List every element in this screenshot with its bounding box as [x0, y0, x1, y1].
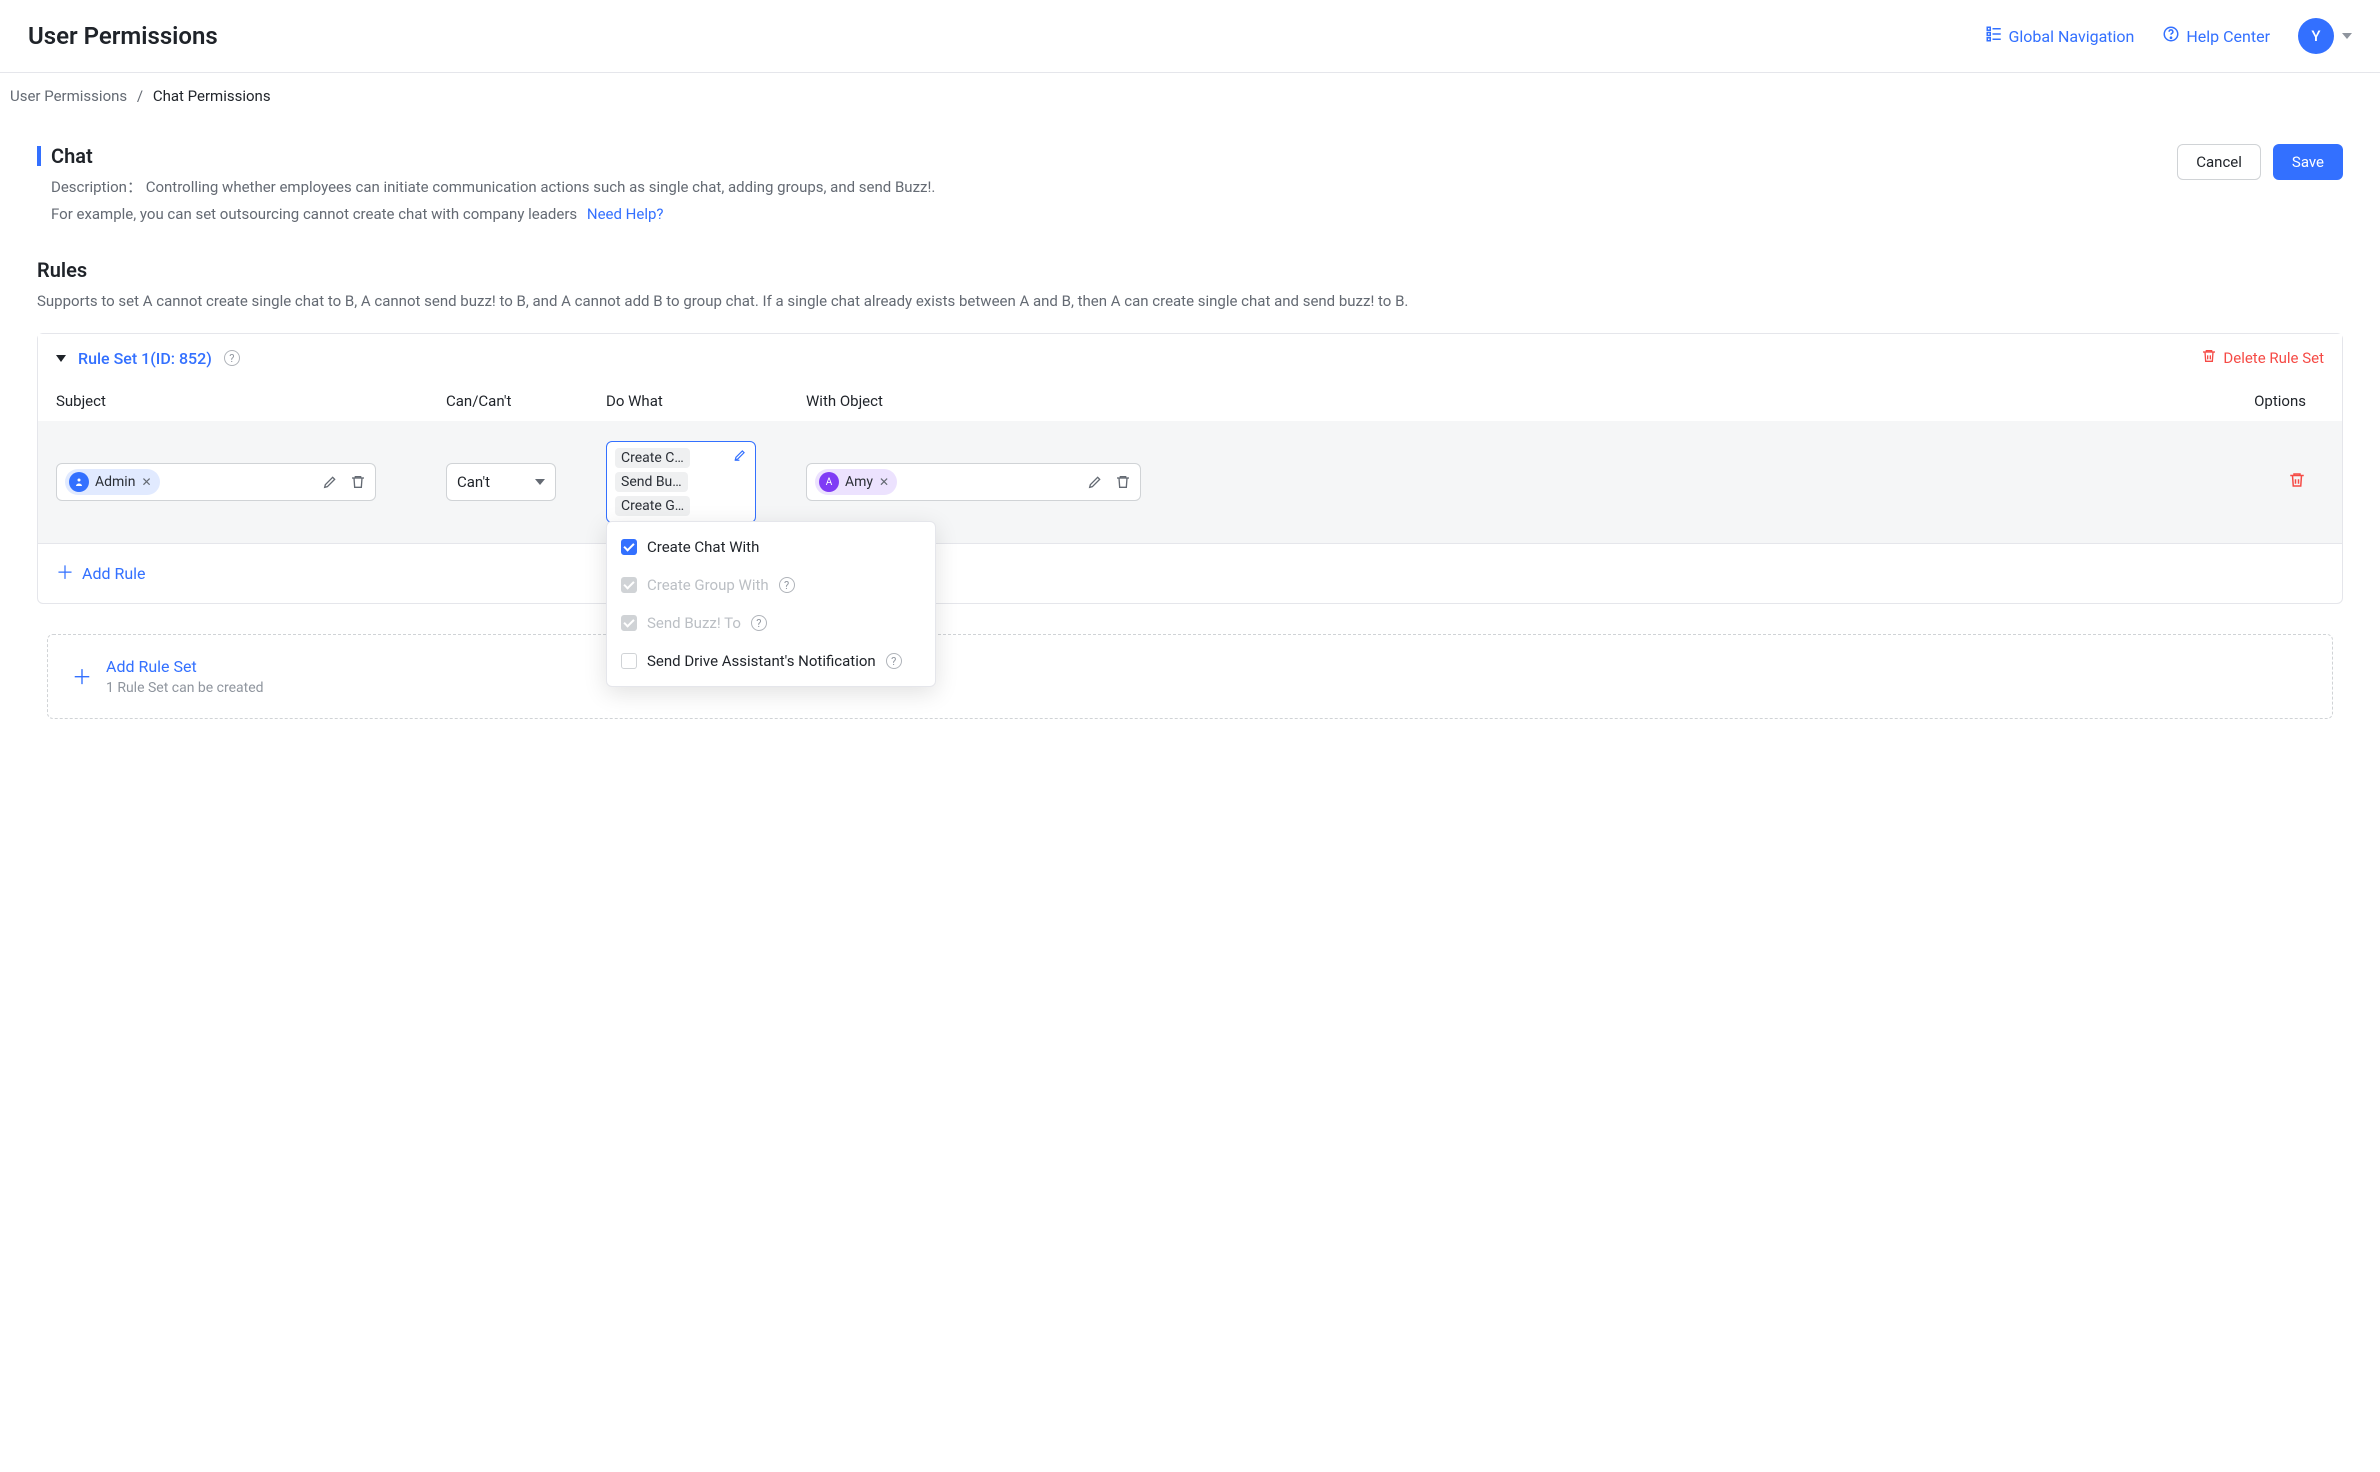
topbar: User Permissions Global Navigation Help …: [0, 0, 2380, 73]
dropdown-option-label: Create Chat With: [647, 538, 759, 556]
help-icon: [2162, 25, 2180, 47]
checkbox-disabled-icon: [621, 577, 637, 593]
subject-input[interactable]: Admin ✕: [56, 463, 376, 501]
breadcrumb-root[interactable]: User Permissions: [10, 87, 127, 105]
section-accent-bar: [37, 146, 41, 166]
checkbox-checked-icon: [621, 539, 637, 555]
col-with-label: With Object: [806, 392, 1206, 410]
breadcrumb-separator: /: [137, 87, 143, 105]
page-title: User Permissions: [28, 22, 218, 50]
rules-title: Rules: [37, 258, 2343, 282]
delete-ruleset-button[interactable]: Delete Rule Set: [2201, 348, 2324, 368]
chevron-down-icon: [2342, 33, 2352, 39]
global-navigation-link[interactable]: Global Navigation: [1985, 25, 2135, 47]
plus-icon: ＋: [72, 667, 92, 687]
user-menu[interactable]: Y: [2298, 18, 2352, 54]
topbar-right: Global Navigation Help Center Y: [1985, 18, 2353, 54]
add-ruleset-label: Add Rule Set: [106, 657, 264, 676]
grid-icon: [1985, 25, 2003, 47]
cancel-button[interactable]: Cancel: [2177, 144, 2261, 180]
person-icon: [69, 472, 89, 492]
trash-icon: [2201, 348, 2217, 368]
help-icon[interactable]: ?: [886, 653, 902, 669]
help-center-link[interactable]: Help Center: [2162, 25, 2270, 47]
dowhat-chip: Create C…: [615, 448, 690, 468]
subject-tag-label: Admin: [95, 474, 135, 490]
can-cell: Can't: [446, 463, 606, 501]
col-subject-label: Subject: [56, 392, 446, 410]
with-tag: A Amy ✕: [815, 469, 897, 495]
add-ruleset-box[interactable]: ＋ Add Rule Set 1 Rule Set can be created: [47, 634, 2333, 719]
options-cell: [1206, 471, 2324, 493]
dropdown-option-send-drive[interactable]: Send Drive Assistant's Notification ?: [607, 642, 935, 680]
col-dowhat-label: Do What: [606, 392, 806, 410]
ruleset-columns: Subject Can/Can't Do What With Object Op…: [38, 382, 2342, 421]
dowhat-dropdown: Create Chat With Create Group With ? Sen…: [606, 521, 936, 687]
checkbox-empty-icon: [621, 653, 637, 669]
chat-desc-label: Description：: [51, 178, 142, 196]
delete-ruleset-label: Delete Rule Set: [2223, 349, 2324, 367]
can-select[interactable]: Can't: [446, 463, 556, 501]
plus-icon: ＋: [56, 565, 74, 583]
dropdown-option-label: Create Group With: [647, 576, 769, 594]
with-cell: A Amy ✕: [806, 463, 1206, 501]
help-icon[interactable]: ?: [779, 577, 795, 593]
main-card: Chat Description： Controlling whether em…: [10, 123, 2370, 750]
with-tag-label: Amy: [845, 474, 873, 490]
dowhat-cell: Create C… Send Bu… Create G… Create Chat…: [606, 441, 806, 523]
chat-actions: Cancel Save: [2177, 144, 2343, 180]
edit-dowhat-icon[interactable]: [733, 448, 747, 466]
with-input[interactable]: A Amy ✕: [806, 463, 1141, 501]
chat-description: Description： Controlling whether employe…: [51, 174, 2167, 228]
dropdown-option-create-chat[interactable]: Create Chat With: [607, 528, 935, 566]
col-options-label: Options: [1206, 392, 2324, 410]
breadcrumb-current: Chat Permissions: [153, 87, 271, 105]
avatar-icon: A: [819, 472, 839, 492]
edit-with-icon[interactable]: [1086, 473, 1104, 491]
breadcrumb: User Permissions / Chat Permissions: [0, 73, 2380, 123]
global-navigation-label: Global Navigation: [2009, 27, 2135, 46]
chat-section-header: Chat Description： Controlling whether em…: [37, 144, 2343, 228]
can-value: Can't: [457, 473, 490, 491]
rules-block: Rules Supports to set A cannot create si…: [37, 258, 2343, 719]
dowhat-chip: Create G…: [615, 496, 690, 516]
chat-title: Chat: [51, 144, 2167, 168]
remove-with-icon[interactable]: ✕: [879, 475, 889, 489]
dropdown-option-create-group[interactable]: Create Group With ?: [607, 566, 935, 604]
save-button[interactable]: Save: [2273, 144, 2343, 180]
ruleset-name[interactable]: Rule Set 1(ID: 852): [78, 349, 212, 368]
dropdown-option-send-buzz[interactable]: Send Buzz! To ?: [607, 604, 935, 642]
add-ruleset-sub: 1 Rule Set can be created: [106, 680, 264, 696]
dropdown-option-label: Send Buzz! To: [647, 614, 741, 632]
subject-cell: Admin ✕: [56, 463, 446, 501]
help-center-label: Help Center: [2186, 27, 2270, 46]
chat-desc-line1: Controlling whether employees can initia…: [146, 178, 936, 196]
delete-rule-button[interactable]: [2288, 477, 2306, 493]
ruleset-help-icon[interactable]: ?: [224, 350, 240, 366]
rule-row: Admin ✕: [38, 421, 2342, 543]
remove-subject-icon[interactable]: ✕: [141, 475, 151, 489]
dowhat-chip: Send Bu…: [615, 472, 688, 492]
rules-desc: Supports to set A cannot create single c…: [37, 288, 2343, 315]
checkbox-disabled-icon: [621, 615, 637, 631]
chat-desc-line2: For example, you can set outsourcing can…: [51, 205, 577, 223]
chevron-down-icon: [535, 479, 545, 485]
delete-with-icon[interactable]: [1114, 473, 1132, 491]
ruleset-header: Rule Set 1(ID: 852) ? Delete Rule Set: [38, 334, 2342, 382]
subject-tag: Admin ✕: [65, 469, 160, 495]
add-rule-button[interactable]: ＋ Add Rule: [56, 564, 2324, 583]
delete-subject-icon[interactable]: [349, 473, 367, 491]
dropdown-option-label: Send Drive Assistant's Notification: [647, 652, 876, 670]
ruleset: Rule Set 1(ID: 852) ? Delete Rule Set Su…: [37, 333, 2343, 604]
need-help-link[interactable]: Need Help?: [587, 205, 664, 223]
edit-subject-icon[interactable]: [321, 473, 339, 491]
col-can-label: Can/Can't: [446, 392, 606, 410]
dowhat-multiselect[interactable]: Create C… Send Bu… Create G…: [606, 441, 756, 523]
add-rule-label: Add Rule: [82, 564, 146, 583]
add-rule-row: ＋ Add Rule: [38, 543, 2342, 603]
help-icon[interactable]: ?: [751, 615, 767, 631]
avatar: Y: [2298, 18, 2334, 54]
collapse-toggle-icon[interactable]: [56, 355, 66, 362]
